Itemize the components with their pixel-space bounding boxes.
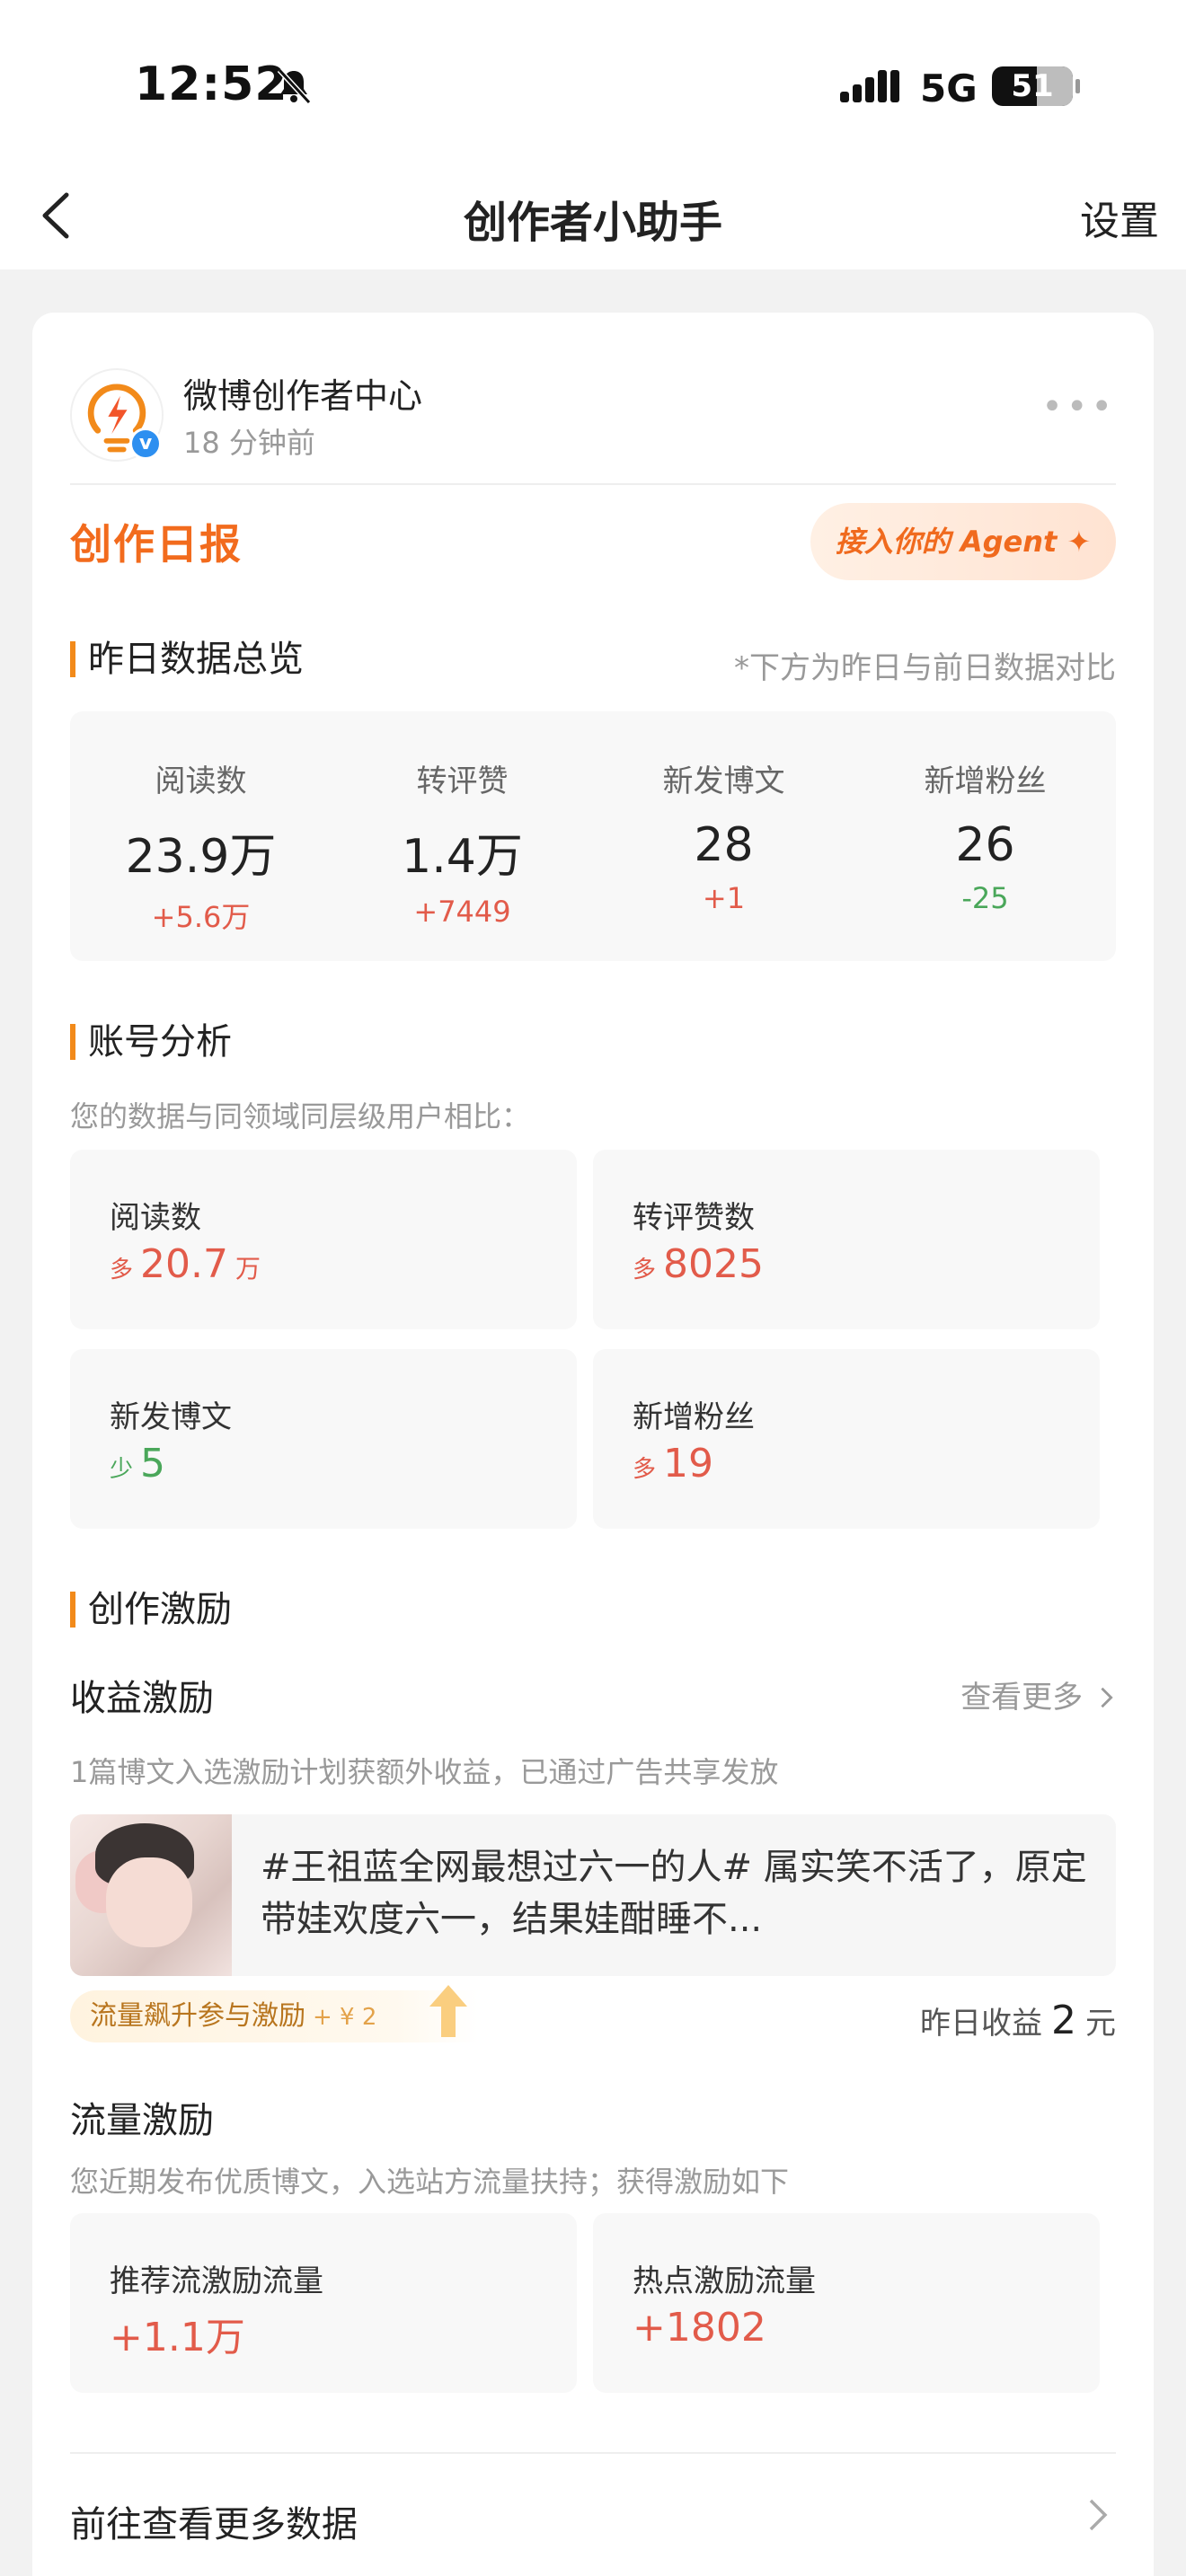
source-time: 18 分钟前 <box>183 426 315 460</box>
analysis-section-title: 账号分析 <box>70 1024 232 1060</box>
nav-bar: 创作者小助手 设置 <box>0 162 1186 269</box>
analysis-value: 多 19 <box>633 1441 714 1486</box>
daily-report-title: 创作日报 <box>70 520 243 569</box>
stat-reads: 阅读数 23.9万 +5.6万 <box>70 711 332 936</box>
yesterday-earnings: 昨日收益 2 元 <box>920 1998 1116 2043</box>
traffic-recommend: 推荐流激励流量 +1.1万 <box>70 2213 577 2393</box>
daily-report-card: v 微博创作者中心 18 分钟前 ••• 创作日报 接入你的 Agent ✦ 昨… <box>32 313 1154 2576</box>
analysis-reads: 阅读数 多 20.7 万 <box>70 1150 577 1329</box>
source-name: 微博创作者中心 <box>183 376 423 416</box>
analysis-value: 少5 <box>110 1441 166 1486</box>
message-source: v 微博创作者中心 18 分钟前 ••• <box>70 341 1116 485</box>
chevron-right-icon[interactable] <box>1085 2493 1112 2536</box>
overview-note: *下方为昨日与前日数据对比 <box>734 650 1116 686</box>
rising-arrow-icon <box>429 1985 467 2037</box>
analysis-label: 新发博文 <box>110 1399 232 1435</box>
stat-value: 1.4万 <box>402 830 523 884</box>
battery-level: 51 <box>1011 68 1054 104</box>
stat-label: 新发博文 <box>662 763 785 799</box>
analysis-new-posts: 新发博文 少5 <box>70 1349 577 1529</box>
stat-value: 23.9万 <box>125 830 277 884</box>
stat-label: 新增粉丝 <box>924 763 1047 799</box>
analysis-value: 多 8025 <box>633 1241 764 1287</box>
divider <box>70 2452 1116 2454</box>
network-type: 5G <box>920 66 978 110</box>
post-text: #王祖蓝全网最想过六一的人# 属实笑不活了，原定带娃欢度六一，结果娃酣睡不... <box>261 1847 1087 1940</box>
income-incentive-title: 收益激励 <box>70 1678 214 1719</box>
traffic-value: +1.1万 <box>110 2315 245 2360</box>
stat-label: 转评赞 <box>416 763 509 799</box>
traffic-desc: 您近期发布优质博文，入选站方流量扶持；获得激励如下 <box>70 2165 790 2199</box>
stat-new-posts: 新发博文 28 +1 <box>593 711 854 915</box>
stat-delta: +5.6万 <box>151 900 251 934</box>
analysis-new-fans: 新增粉丝 多 19 <box>593 1349 1100 1529</box>
stat-delta: -25 <box>961 881 1009 915</box>
stat-label: 阅读数 <box>155 763 247 799</box>
status-time: 12:52 <box>135 57 288 111</box>
income-desc: 1篇博文入选激励计划获额外收益，已通过广告共享发放 <box>70 1755 779 1789</box>
page-title: 创作者小助手 <box>463 198 722 248</box>
chevron-right-icon <box>1101 1687 1113 1708</box>
connect-agent-button[interactable]: 接入你的 Agent ✦ <box>810 503 1116 580</box>
analysis-subtitle: 您的数据与同领域同层级用户相比： <box>70 1099 531 1134</box>
status-bar: 12:52 5G 51 <box>0 0 1186 162</box>
settings-button[interactable]: 设置 <box>1080 189 1159 246</box>
stat-delta: +1 <box>702 881 746 915</box>
stat-value: 26 <box>955 818 1015 872</box>
cellular-signal-icon <box>840 70 899 102</box>
traffic-label: 推荐流激励流量 <box>110 2263 323 2299</box>
view-more-link[interactable]: 查看更多 <box>960 1672 1116 1716</box>
battery-icon: 51 <box>992 66 1080 106</box>
stat-new-fans: 新增粉丝 26 -25 <box>854 711 1116 915</box>
stat-value: 28 <box>694 818 754 872</box>
traffic-label: 热点激励流量 <box>633 2263 816 2299</box>
overview-stats: 阅读数 23.9万 +5.6万 转评赞 1.4万 +7449 新发博文 28 +… <box>70 711 1116 961</box>
more-data-link[interactable]: 前往查看更多数据 <box>70 2495 358 2547</box>
analysis-value: 多 20.7 万 <box>110 1241 261 1287</box>
traffic-hot: 热点激励流量 +1802 <box>593 2213 1100 2393</box>
stat-engagement: 转评赞 1.4万 +7449 <box>332 711 593 929</box>
traffic-incentive-title: 流量激励 <box>70 2100 214 2141</box>
traffic-value: +1802 <box>633 2305 766 2351</box>
incentive-post[interactable]: #王祖蓝全网最想过六一的人# 属实笑不活了，原定带娃欢度六一，结果娃酣睡不... <box>70 1814 1116 1976</box>
analysis-engagement: 转评赞数 多 8025 <box>593 1150 1100 1329</box>
overview-section-title: 昨日数据总览 <box>70 641 304 677</box>
analysis-label: 新增粉丝 <box>633 1399 755 1435</box>
bell-muted-icon <box>277 67 312 105</box>
more-options-icon[interactable]: ••• <box>1041 386 1116 428</box>
analysis-label: 阅读数 <box>110 1200 201 1236</box>
analysis-label: 转评赞数 <box>633 1200 755 1236</box>
post-thumbnail <box>70 1814 232 1976</box>
stat-delta: +7449 <box>413 895 511 929</box>
incentive-section-title: 创作激励 <box>70 1592 232 1628</box>
traffic-boost-tag: 流量飙升参与激励 + ¥ 2 <box>70 1990 478 2042</box>
verified-badge-icon: v <box>129 428 162 460</box>
